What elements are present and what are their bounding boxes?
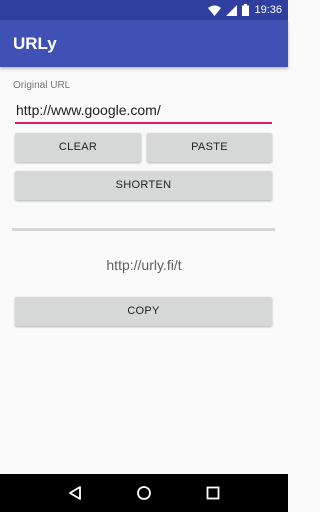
clear-button[interactable]: CLEAR [15,133,141,162]
app-title: URLy [13,33,57,53]
main-content: Original URL CLEAR PASTE SHORTEN http://… [0,67,288,474]
recents-icon[interactable] [193,474,233,512]
home-icon[interactable] [124,474,164,512]
battery-icon [242,4,250,16]
copy-button[interactable]: COPY [15,297,272,326]
status-time: 19:36 [254,4,282,16]
shorten-button[interactable]: SHORTEN [15,171,272,200]
navigation-bar [0,474,288,512]
back-icon[interactable] [55,474,95,512]
original-url-input[interactable] [15,98,272,124]
divider [12,228,275,231]
short-url-text: http://urly.fi/t [106,257,182,273]
app-bar: URLy [0,20,288,67]
status-bar: 19:36 [0,0,288,20]
signal-icon [226,4,238,16]
paste-button[interactable]: PASTE [147,133,272,162]
original-url-label: Original URL [13,80,71,91]
wifi-icon [208,5,222,16]
